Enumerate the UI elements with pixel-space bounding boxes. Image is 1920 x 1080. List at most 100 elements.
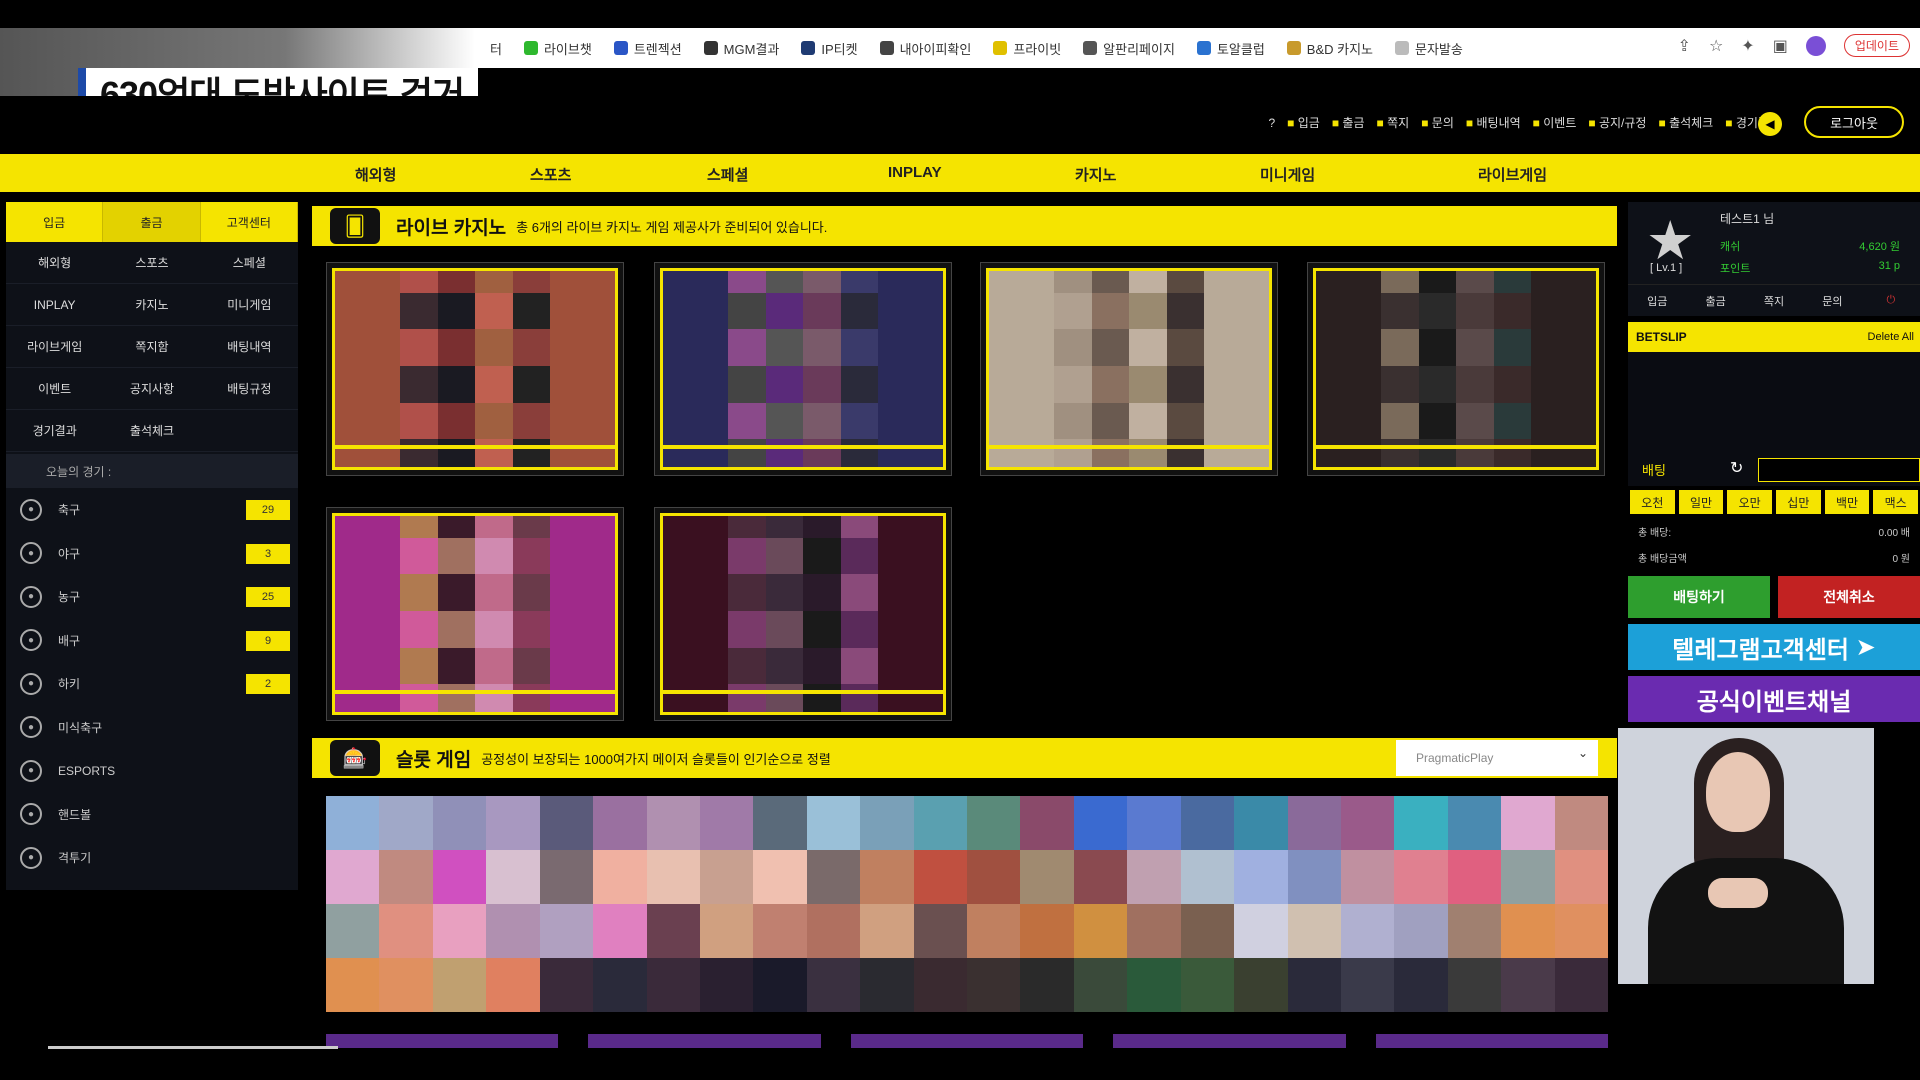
slot-game-tile[interactable] [1394, 796, 1448, 850]
bookmark-item[interactable]: 트렌젝션 [613, 39, 682, 58]
bookmark-item[interactable]: 내아이피확인 [879, 39, 971, 58]
logout-button[interactable]: 로그아웃 [1804, 106, 1904, 138]
delete-all-button[interactable]: Delete All [1868, 331, 1914, 343]
slot-game-tile[interactable] [326, 796, 380, 850]
sidebar-menu-item[interactable]: 카지노 [103, 284, 201, 326]
sport-item[interactable]: ● ESPORTS [6, 749, 298, 793]
util-link[interactable]: ■ 쪽지 [1377, 114, 1410, 131]
star-icon[interactable]: ☆ [1709, 36, 1723, 56]
update-button[interactable]: 업데이트 [1843, 34, 1910, 57]
sound-icon[interactable]: ◀ [1758, 112, 1782, 136]
sidebar-top-button[interactable]: 고객센터 [200, 202, 298, 242]
sidebar-menu-item[interactable]: 라이브게임 [6, 326, 104, 368]
slot-game-tile[interactable] [1020, 904, 1074, 958]
slot-game-tile[interactable] [1340, 958, 1395, 1012]
slot-game-tile[interactable] [1447, 796, 1502, 850]
sidepanel-icon[interactable]: ▣ [1773, 36, 1788, 56]
slot-game-tile[interactable] [913, 796, 967, 850]
sidebar-menu-item[interactable]: 공지사항 [103, 368, 201, 410]
sidebar-top-button[interactable]: 출금 [103, 202, 201, 242]
casino-game-card[interactable] [326, 262, 624, 476]
casino-game-card[interactable] [654, 507, 952, 721]
main-nav-item[interactable]: 스페셜 [707, 164, 748, 185]
util-link[interactable]: ■ 출석체크 [1658, 114, 1713, 131]
slot-game-tile[interactable] [806, 904, 861, 958]
slot-game-tile[interactable] [1073, 796, 1128, 850]
slot-game-tile[interactable] [1554, 904, 1608, 958]
slot-game-tile[interactable] [806, 850, 861, 904]
slot-game-tile[interactable] [539, 850, 594, 904]
slot-game-tile[interactable] [646, 958, 700, 1012]
slot-game-tile[interactable] [593, 850, 647, 904]
slot-game-tile[interactable] [1020, 850, 1074, 904]
share-icon[interactable]: ⇪ [1678, 36, 1691, 56]
slot-game-tile[interactable] [806, 958, 861, 1012]
quick-button[interactable]: 입금 [1628, 285, 1686, 316]
slot-game-tile[interactable] [593, 796, 647, 850]
slot-game-tile[interactable] [1287, 796, 1341, 850]
slot-game-tile[interactable] [432, 958, 487, 1012]
util-link[interactable]: ■ 입금 [1287, 114, 1320, 131]
amount-button[interactable]: 오천 [1630, 490, 1675, 514]
casino-game-card[interactable] [654, 262, 952, 476]
slot-game-tile[interactable] [1127, 958, 1181, 1012]
slot-game-tile[interactable] [539, 958, 594, 1012]
slot-game-tile[interactable] [1554, 958, 1608, 1012]
slot-game-tile[interactable] [432, 796, 487, 850]
sidebar-menu-item[interactable]: 출석체크 [103, 410, 201, 452]
slot-game-tile[interactable] [1501, 796, 1555, 850]
slot-game-tile[interactable] [1127, 850, 1181, 904]
bookmark-item[interactable]: 프라이빗 [993, 39, 1061, 58]
slot-game-tile[interactable] [1447, 904, 1502, 958]
slot-game-tile[interactable] [1234, 796, 1288, 850]
util-link[interactable]: ■ 이벤트 [1533, 114, 1577, 131]
slot-game-tile[interactable] [1073, 850, 1128, 904]
slot-game-tile[interactable] [1073, 958, 1128, 1012]
util-link[interactable]: ■ 출금 [1332, 114, 1365, 131]
sidebar-menu-item[interactable]: 스포츠 [103, 242, 201, 284]
slot-game-tile[interactable] [1020, 796, 1074, 850]
slot-game-tile[interactable] [379, 796, 433, 850]
sport-item[interactable]: ● 미식축구 [6, 706, 298, 750]
bookmark-item[interactable]: 토알클럽 [1196, 39, 1265, 58]
slot-game-tile[interactable] [1234, 850, 1288, 904]
sport-item[interactable]: ● 축구 29 [6, 488, 298, 532]
slot-game-tile[interactable] [1447, 958, 1502, 1012]
slot-game-tile[interactable] [1554, 850, 1608, 904]
amount-button[interactable]: 백만 [1824, 490, 1870, 514]
sidebar-menu-item[interactable]: 스페셜 [200, 242, 298, 284]
sport-item[interactable]: ● 야구 3 [6, 532, 298, 576]
slot-game-tile[interactable] [1501, 958, 1555, 1012]
slot-games-grid[interactable] [326, 796, 1608, 1012]
slot-game-tile[interactable] [1234, 958, 1288, 1012]
slot-game-tile[interactable] [1340, 796, 1395, 850]
slot-game-tile[interactable] [379, 904, 433, 958]
bet-amount-input[interactable] [1758, 458, 1920, 482]
slot-game-tile[interactable] [1394, 904, 1448, 958]
slot-game-tile[interactable] [326, 850, 380, 904]
util-link[interactable]: ■ 배팅내역 [1466, 114, 1521, 131]
slot-game-tile[interactable] [1394, 958, 1448, 1012]
slot-game-tile[interactable] [1447, 850, 1502, 904]
util-link[interactable]: ■ 공지/규정 [1588, 114, 1646, 131]
slot-game-tile[interactable] [1020, 958, 1074, 1012]
slot-game-tile[interactable] [1180, 796, 1235, 850]
profile-avatar[interactable] [1805, 35, 1826, 56]
provider-select[interactable]: PragmaticPlay [1396, 740, 1598, 776]
slot-game-tile[interactable] [1394, 850, 1448, 904]
amount-button[interactable]: 오만 [1727, 490, 1773, 514]
sport-item[interactable]: ● 배구 9 [6, 619, 298, 663]
power-icon[interactable]: ⏻ [1862, 285, 1920, 316]
slot-game-tile[interactable] [967, 958, 1021, 1012]
telegram-banner[interactable]: 텔레그램고객센터 ➤ [1628, 624, 1920, 670]
refresh-icon[interactable]: ↻ [1730, 458, 1743, 478]
slot-game-tile[interactable] [967, 904, 1021, 958]
slot-game-tile[interactable] [1073, 904, 1128, 958]
sport-item[interactable]: ● 농구 25 [6, 575, 298, 619]
quick-button[interactable]: 문의 [1803, 285, 1861, 316]
slot-game-tile[interactable] [432, 904, 487, 958]
sidebar-menu-item[interactable]: 쪽지함 [103, 326, 201, 368]
sport-item[interactable]: ● 핸드볼 [6, 793, 298, 837]
bookmark-item[interactable]: IP티켓 [801, 39, 858, 58]
event-channel-banner[interactable]: 공식이벤트채널 [1628, 676, 1920, 722]
